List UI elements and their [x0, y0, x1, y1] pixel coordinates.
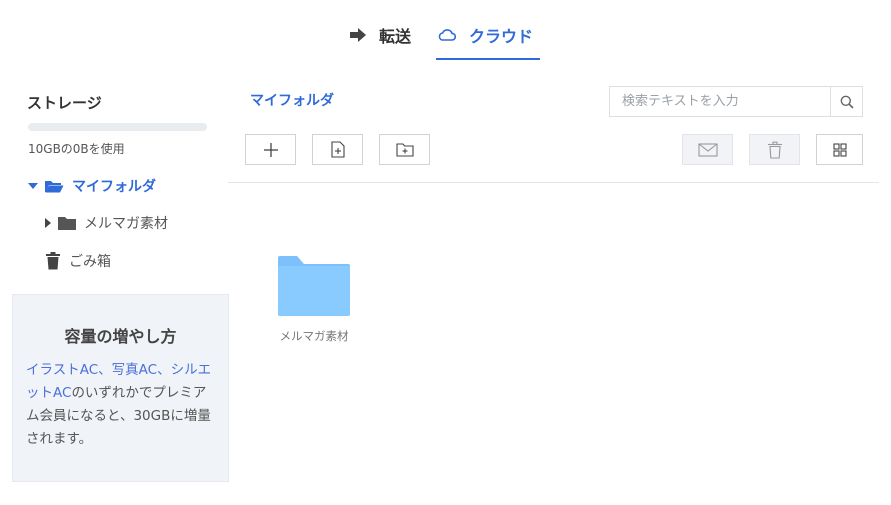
new-folder-button[interactable] [379, 134, 430, 165]
folder-open-icon [44, 178, 64, 194]
tab-cloud-label: クラウド [469, 27, 534, 46]
sidebar-item-my-folder[interactable]: マイフォルダ [28, 176, 156, 196]
sidebar-item-trash[interactable]: ごみ箱 [45, 251, 111, 271]
arrow-right-icon [350, 28, 366, 42]
tab-transfer-label: 転送 [379, 27, 412, 46]
toolbar-divider [228, 182, 879, 183]
active-tab-indicator [436, 58, 540, 60]
app-root: 転送 クラウド ストレージ 10GBの0Bを使用 マイフォルダ メルマガ素材 ご… [0, 0, 891, 505]
search-button[interactable] [830, 87, 862, 116]
search-input[interactable] [610, 87, 830, 116]
folder-icon [278, 256, 350, 316]
sidebar-item-label: メルマガ素材 [84, 216, 168, 232]
storage-promo-panel: 容量の増やし方 イラストAC、写真AC、シルエットACのいずれかでプレミアム会員… [12, 294, 229, 482]
storage-progress-bar [28, 123, 207, 131]
delete-button[interactable] [749, 134, 800, 165]
caret-down-icon[interactable] [28, 182, 38, 190]
folder-icon [58, 216, 76, 230]
trash-outline-icon [767, 141, 782, 159]
plus-icon [263, 142, 278, 157]
tab-transfer[interactable]: 転送 [349, 22, 411, 48]
search-box [609, 86, 863, 117]
upload-file-button[interactable] [312, 134, 363, 165]
sidebar-item-label: マイフォルダ [72, 179, 156, 195]
mail-button[interactable] [682, 134, 733, 165]
file-grid-item[interactable]: メルマガ素材 [268, 254, 360, 344]
cloud-icon [438, 29, 457, 41]
promo-title: 容量の増やし方 [64, 327, 177, 346]
sidebar-item-label: ごみ箱 [69, 254, 111, 270]
storage-usage-text: 10GBの0Bを使用 [28, 142, 125, 156]
file-add-icon [330, 141, 345, 158]
sidebar-item-mailmag[interactable]: メルマガ素材 [44, 213, 168, 233]
caret-right-icon[interactable] [44, 218, 52, 228]
search-icon [840, 95, 854, 109]
trash-icon [45, 252, 61, 270]
storage-title: ストレージ [27, 94, 102, 112]
mail-icon [697, 142, 718, 157]
grid-icon [832, 142, 847, 157]
current-folder-title: マイフォルダ [250, 93, 334, 109]
folder-add-icon [395, 142, 414, 157]
promo-body: イラストAC、写真AC、シルエットACのいずれかでプレミアム会員になると、30G… [26, 359, 218, 451]
tab-cloud[interactable]: クラウド [437, 22, 533, 48]
grid-view-button[interactable] [816, 134, 863, 165]
file-grid-item-label: メルマガ素材 [279, 329, 349, 343]
new-button[interactable] [245, 134, 296, 165]
